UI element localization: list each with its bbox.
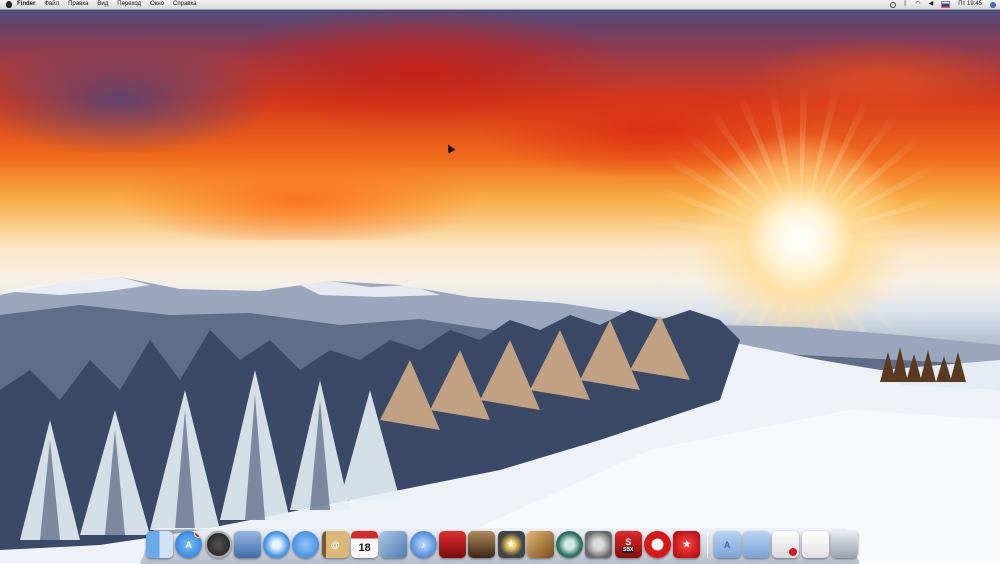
- spotlight-icon[interactable]: [990, 1, 996, 8]
- iphoto-icon[interactable]: [380, 531, 408, 558]
- dashboard-icon[interactable]: [204, 531, 232, 558]
- pokerstars-icon[interactable]: ★: [673, 531, 701, 558]
- time-machine-status-icon[interactable]: [889, 1, 896, 8]
- menu-file[interactable]: Файл: [44, 0, 59, 9]
- sandboxie-label: SBX: [622, 546, 635, 553]
- ichat-icon[interactable]: [292, 531, 320, 558]
- document-icon[interactable]: [801, 531, 829, 558]
- apple-menu-icon[interactable]: [6, 1, 12, 8]
- menu-bar: Finder Файл Правка Вид Переход Окно Спра…: [0, 0, 1000, 10]
- snowy-forest: [0, 310, 740, 550]
- app-store-icon[interactable]: A4: [175, 531, 203, 558]
- itunes-icon[interactable]: ♪: [409, 531, 437, 558]
- dock: A4 @ 18 ♪ ★ S SBX ★ A: [146, 528, 860, 558]
- wifi-icon[interactable]: ◠: [915, 0, 920, 9]
- menu-window[interactable]: Окно: [150, 0, 164, 9]
- bluetooth-icon[interactable]: ᛒ: [904, 0, 908, 9]
- gear-icon[interactable]: [585, 531, 613, 558]
- safari-icon[interactable]: [263, 531, 291, 558]
- distant-trees: [880, 347, 966, 382]
- sandbox-icon[interactable]: S SBX: [614, 531, 642, 558]
- ical-icon[interactable]: 18: [351, 531, 379, 558]
- volume-icon[interactable]: ◀: [929, 0, 934, 9]
- ical-date: 18: [358, 541, 371, 554]
- menu-edit[interactable]: Правка: [68, 0, 88, 9]
- image-capture-icon[interactable]: [468, 531, 496, 558]
- dock-separator: [706, 532, 708, 558]
- time-machine-icon[interactable]: [556, 531, 584, 558]
- menu-extras: ᛒ ◠ ◀ Пт 19:45: [882, 0, 996, 9]
- folder-applications-icon[interactable]: A: [713, 531, 741, 558]
- imovie-icon[interactable]: ★: [497, 531, 525, 558]
- desktop-wallpaper: [0, 0, 1000, 563]
- input-source-flag-icon[interactable]: [941, 1, 951, 8]
- menu-view[interactable]: Вид: [97, 0, 108, 9]
- menu-help[interactable]: Справка: [173, 0, 197, 9]
- opera-icon[interactable]: [644, 531, 672, 558]
- trash-icon[interactable]: [830, 531, 858, 558]
- menu-app-finder[interactable]: Finder: [17, 0, 35, 9]
- preview-icon[interactable]: [233, 531, 261, 558]
- app-store-badge: 4: [194, 531, 203, 538]
- garageband-icon[interactable]: [526, 531, 554, 558]
- finder-icon[interactable]: [146, 531, 173, 558]
- menu-clock[interactable]: Пт 19:45: [958, 0, 982, 9]
- photo-booth-icon[interactable]: [438, 531, 466, 558]
- address-book-icon[interactable]: @: [321, 531, 349, 558]
- folder-documents-icon[interactable]: [742, 531, 770, 558]
- downloads-icon[interactable]: [772, 531, 800, 558]
- menu-go[interactable]: Переход: [117, 0, 141, 9]
